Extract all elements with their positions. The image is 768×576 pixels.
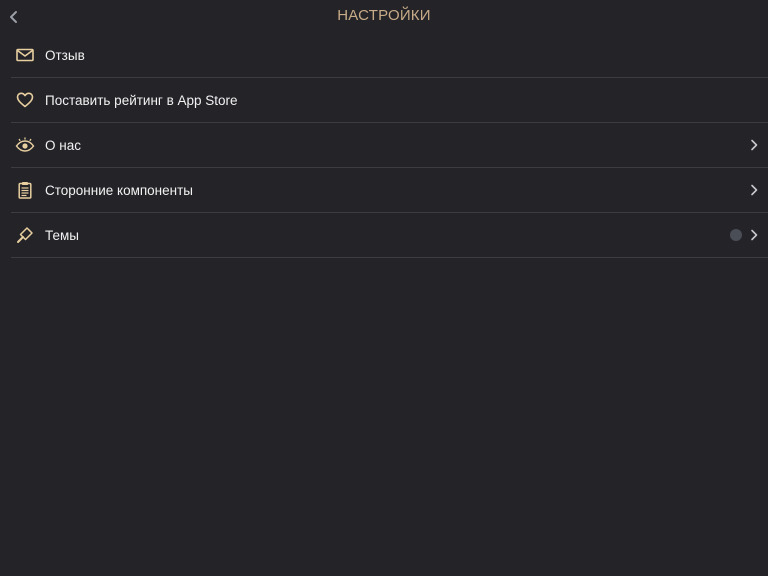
- chevron-right-icon: [749, 138, 759, 152]
- settings-row-feedback[interactable]: Отзыв: [11, 33, 768, 78]
- navigation-bar: НАСТРОЙКИ: [0, 0, 768, 33]
- chevron-right-icon: [749, 228, 759, 242]
- clipboard-icon: [15, 180, 35, 200]
- eye-icon: [15, 135, 35, 155]
- page-title: НАСТРОЙКИ: [337, 7, 431, 24]
- chevron-right-icon: [749, 183, 759, 197]
- heart-icon: [15, 90, 35, 110]
- settings-row-themes[interactable]: Темы: [11, 213, 768, 258]
- settings-screen: НАСТРОЙКИ Отзыв Поставить рейтинг в App …: [0, 0, 768, 576]
- settings-row-rate-app[interactable]: Поставить рейтинг в App Store: [11, 78, 768, 123]
- row-label: Темы: [45, 227, 79, 243]
- row-label: Отзыв: [45, 47, 85, 63]
- row-label: Сторонние компоненты: [45, 182, 193, 198]
- row-label: О нас: [45, 137, 81, 153]
- settings-list: Отзыв Поставить рейтинг в App Store О на…: [11, 33, 768, 258]
- paintbrush-icon: [15, 225, 35, 245]
- settings-row-third-party[interactable]: Сторонние компоненты: [11, 168, 768, 213]
- theme-indicator-dot: [730, 229, 742, 241]
- settings-row-about[interactable]: О нас: [11, 123, 768, 168]
- row-label: Поставить рейтинг в App Store: [45, 92, 238, 108]
- envelope-icon: [15, 45, 35, 65]
